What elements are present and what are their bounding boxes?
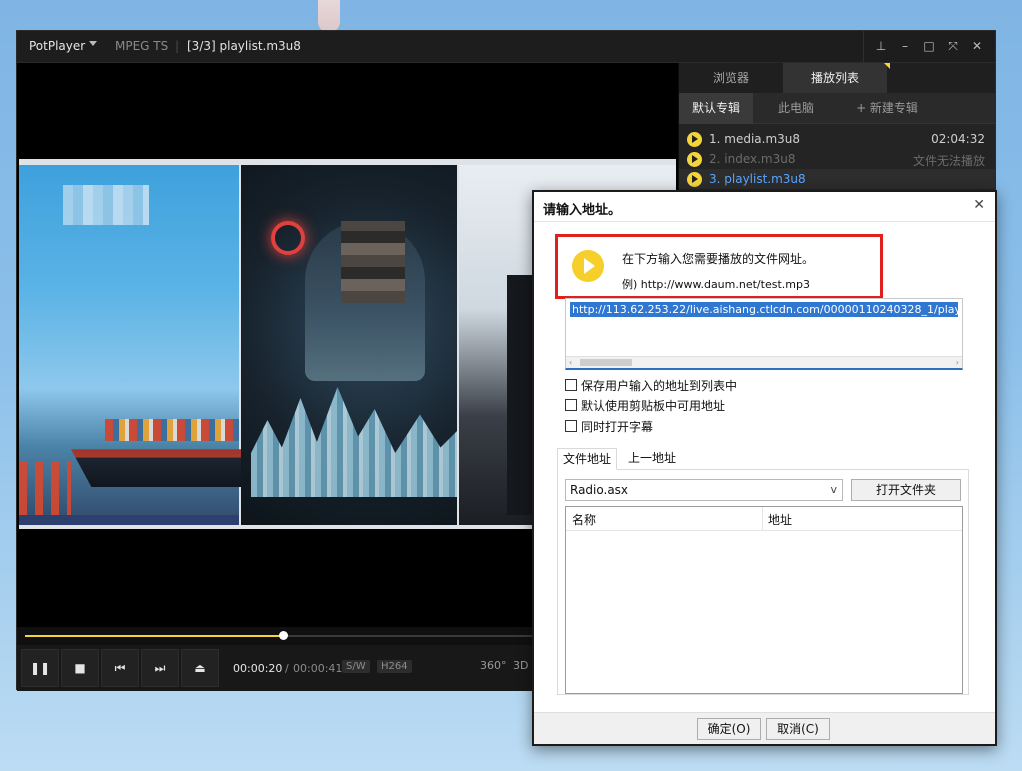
- red-logo: [271, 221, 305, 255]
- ok-button[interactable]: 确定(O): [697, 718, 761, 740]
- active-tab-marker: [884, 63, 890, 69]
- title-divider: [863, 31, 864, 63]
- dialog-footer: 确定(O) 取消(C): [534, 712, 995, 744]
- column-address[interactable]: 地址: [768, 511, 792, 528]
- instruction-text: 在下方输入您需要播放的文件网址。: [622, 252, 815, 266]
- open-folder-button[interactable]: 打开文件夹: [851, 479, 961, 501]
- playlist-item-active[interactable]: 3. playlist.m3u8: [679, 169, 995, 189]
- port-workers: [19, 461, 71, 517]
- previous-button[interactable]: ⏮: [101, 649, 139, 687]
- tab-browser[interactable]: 浏览器: [679, 63, 783, 93]
- maximize-button[interactable]: □: [921, 38, 937, 54]
- url-input[interactable]: http://113.62.253.22/live.aishang.ctlcdn…: [565, 298, 963, 370]
- pixelated-logo: [63, 185, 149, 225]
- tab-previous-address[interactable]: 上一地址: [623, 448, 681, 470]
- tab-new-album[interactable]: + 新建专辑: [839, 93, 935, 124]
- close-icon[interactable]: ✕: [973, 197, 985, 213]
- current-time: 00:00:20: [233, 662, 283, 675]
- format-label: MPEG TS: [115, 39, 169, 53]
- tab-default-album[interactable]: 默认专辑: [679, 93, 753, 124]
- holographic-city: [251, 387, 457, 497]
- fullscreen-button[interactable]: ⤧: [945, 38, 961, 54]
- scroll-left-icon[interactable]: ‹: [569, 357, 572, 369]
- vr360-button[interactable]: 360°: [480, 659, 507, 672]
- water: [19, 515, 239, 525]
- playlist-item-duration: 02:04:32: [931, 132, 985, 146]
- playlist-item-name: 1. media.m3u8: [709, 132, 801, 146]
- play-icon: [572, 250, 604, 282]
- dialog-title: 请输入地址。: [543, 203, 622, 218]
- scrollbar-thumb[interactable]: [580, 359, 632, 366]
- minimize-button[interactable]: –: [897, 38, 913, 54]
- tab-file-address[interactable]: 文件地址: [557, 448, 618, 470]
- album-tabs: 默认专辑 此电脑 + 新建专辑: [679, 93, 995, 124]
- checkbox[interactable]: [565, 379, 577, 391]
- cancel-button[interactable]: 取消(C): [766, 718, 830, 740]
- close-button[interactable]: ✕: [969, 38, 985, 54]
- seek-thumb[interactable]: [279, 631, 288, 640]
- video-panel-person: [241, 165, 457, 525]
- play-icon: [687, 152, 702, 167]
- stop-button[interactable]: ■: [61, 649, 99, 687]
- title-separator: |: [175, 39, 180, 53]
- seek-progress: [25, 635, 283, 637]
- play-icon: [687, 172, 702, 187]
- window-title: [3/3] playlist.m3u8: [187, 39, 301, 53]
- url-value[interactable]: http://113.62.253.22/live.aishang.ctlcdn…: [570, 302, 958, 317]
- checkbox[interactable]: [565, 420, 577, 432]
- tab-this-pc[interactable]: 此电脑: [753, 93, 839, 124]
- background-streak: [318, 0, 340, 32]
- playlist-item[interactable]: 1. media.m3u8 02:04:32: [679, 129, 995, 149]
- decoder-badge[interactable]: S/W: [342, 660, 370, 673]
- panel-tabs: 浏览器 播放列表: [679, 63, 995, 93]
- chevron-down-icon[interactable]: [89, 41, 97, 46]
- pause-button[interactable]: ❚❚: [21, 649, 59, 687]
- eject-button[interactable]: ⏏: [181, 649, 219, 687]
- playlist-select[interactable]: Radio.asx v: [565, 479, 843, 501]
- cargo-ship: [71, 449, 241, 487]
- total-time: 00:00:41: [293, 662, 343, 675]
- playlist-item-name: 2. index.m3u8: [709, 152, 796, 166]
- ship-containers: [105, 419, 239, 441]
- column-divider[interactable]: [762, 507, 763, 531]
- tab-playlist[interactable]: 播放列表: [783, 63, 887, 93]
- video-panel-port: [19, 165, 241, 525]
- checkbox-label[interactable]: 保存用户输入的地址到列表中: [581, 377, 737, 394]
- pixelated-face: [341, 221, 405, 303]
- checkbox-label[interactable]: 默认使用剪贴板中可用地址: [581, 397, 725, 414]
- app-menu-button[interactable]: PotPlayer: [29, 39, 85, 53]
- playlist-item-name: 3. playlist.m3u8: [709, 172, 806, 186]
- scroll-right-icon[interactable]: ›: [956, 357, 959, 369]
- address-list[interactable]: 名称 地址: [565, 506, 963, 694]
- 3d-button[interactable]: 3D: [513, 659, 528, 672]
- column-name[interactable]: 名称: [572, 511, 596, 528]
- pin-icon[interactable]: ⊥: [873, 38, 889, 54]
- playlist-item-status: 文件无法播放: [912, 154, 985, 168]
- dialog-title-bar: 请输入地址。 ✕: [534, 192, 995, 222]
- chevron-down-icon[interactable]: v: [830, 483, 837, 496]
- checkbox[interactable]: [565, 399, 577, 411]
- dialog-tabs: 文件地址 上一地址: [557, 448, 969, 470]
- select-value: Radio.asx: [570, 483, 629, 497]
- codec-badge[interactable]: H264: [377, 660, 412, 673]
- time-separator: /: [285, 662, 289, 675]
- checkbox-label[interactable]: 同时打开字幕: [581, 418, 653, 435]
- next-button[interactable]: ⏭: [141, 649, 179, 687]
- horizontal-scrollbar[interactable]: ‹ ›: [566, 356, 962, 368]
- title-bar: PotPlayer MPEG TS | [3/3] playlist.m3u8 …: [17, 31, 995, 63]
- list-header: 名称 地址: [566, 507, 962, 531]
- open-url-dialog: 请输入地址。 ✕ 在下方输入您需要播放的文件网址。 例) http://www.…: [532, 190, 997, 746]
- play-icon: [687, 132, 702, 147]
- playlist-item[interactable]: 2. index.m3u8 文件无法播放: [679, 149, 995, 169]
- example-text: 例) http://www.daum.net/test.mp3: [622, 278, 810, 291]
